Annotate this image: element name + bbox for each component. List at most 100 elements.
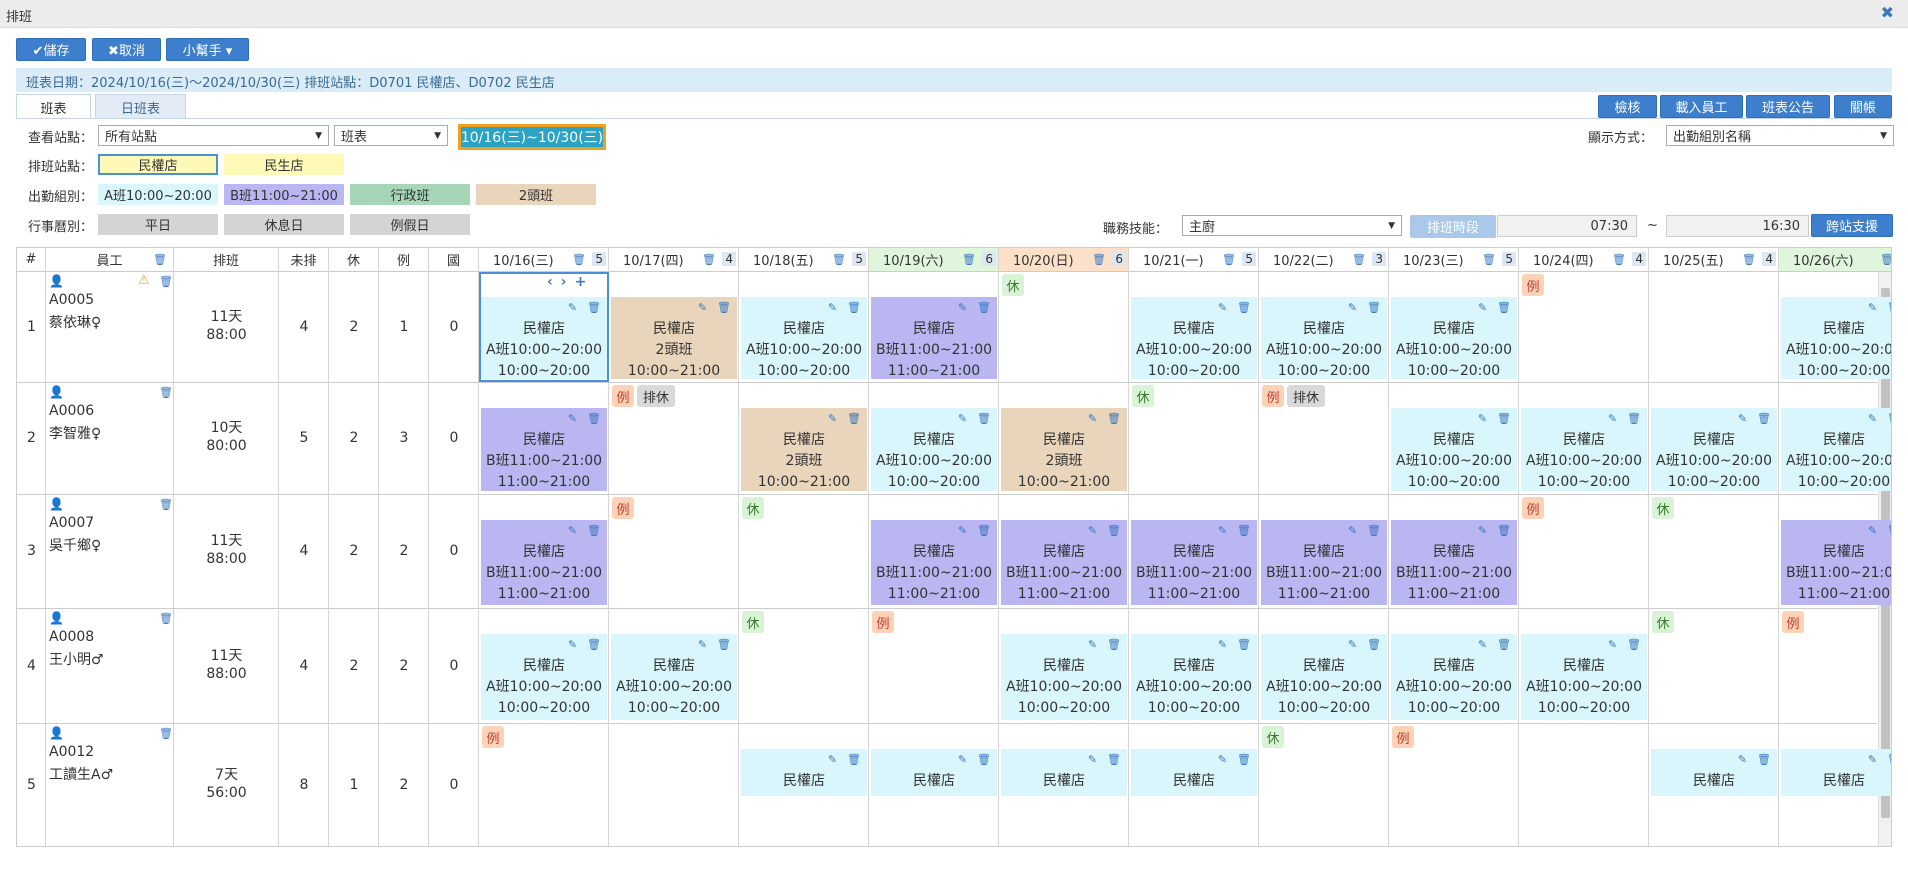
shift-card[interactable]: ✎🗑民權店B班11:00~21:0011:00~21:00 — [1391, 520, 1517, 605]
edit-icon[interactable]: ✎ — [828, 301, 837, 314]
edit-icon[interactable]: ✎ — [568, 638, 577, 651]
trash-icon[interactable]: 🗑 — [847, 301, 861, 314]
skill-select[interactable]: 主廚 ▼ — [1182, 215, 1402, 236]
shift-card[interactable]: ✎🗑民權店B班11:00~21:0011:00~21:00收銀 — [871, 297, 997, 379]
trash-icon[interactable]: 🗑 — [717, 638, 731, 651]
shift-card[interactable]: ✎🗑民權店B班11:00~21:0011:00~21:00 — [1261, 520, 1387, 605]
trash-icon[interactable]: 🗑 — [1742, 253, 1756, 266]
trash-icon[interactable]: 🗑 — [159, 386, 173, 399]
shift-card[interactable]: ✎🗑民權店A班10:00~20:0010:00~20:00 — [1521, 408, 1647, 491]
trash-icon[interactable]: 🗑 — [1367, 301, 1381, 314]
trash-icon[interactable]: 🗑 — [159, 275, 173, 288]
group-b[interactable]: B班11:00~21:00 — [224, 184, 344, 205]
trash-icon[interactable]: 🗑 — [587, 412, 601, 425]
edit-icon[interactable]: ✎ — [1088, 524, 1097, 537]
edit-icon[interactable]: ✎ — [1218, 301, 1227, 314]
trash-icon[interactable]: 🗑 — [153, 253, 167, 266]
trash-icon[interactable]: 🗑 — [159, 612, 173, 625]
calendar-weekday[interactable]: 平日 — [98, 214, 218, 235]
trash-icon[interactable]: 🗑 — [1107, 753, 1121, 766]
trash-icon[interactable]: 🗑 — [1352, 253, 1366, 266]
trash-icon[interactable]: 🗑 — [1237, 301, 1251, 314]
shift-card[interactable]: ✎🗑民權店 — [1651, 749, 1777, 796]
trash-icon[interactable]: 🗑 — [587, 638, 601, 651]
date-range-button[interactable]: 10/16(三)~10/30(三) — [458, 124, 606, 150]
group-twohead[interactable]: 2頭班 — [476, 184, 596, 205]
check-button[interactable]: 檢核 — [1598, 95, 1657, 118]
shift-card[interactable]: ✎🗑民權店 — [1131, 749, 1257, 796]
edit-icon[interactable]: ✎ — [1478, 524, 1487, 537]
shift-card[interactable]: ✎🗑民權店A班10:00~20:0010:00~20:00 — [1781, 408, 1891, 491]
edit-icon[interactable]: ✎ — [1088, 412, 1097, 425]
trash-icon[interactable]: 🗑 — [962, 253, 976, 266]
edit-icon[interactable]: ✎ — [958, 412, 967, 425]
trash-icon[interactable]: 🗑 — [702, 253, 716, 266]
edit-icon[interactable]: ✎ — [1348, 524, 1357, 537]
trash-icon[interactable]: 🗑 — [1497, 301, 1511, 314]
trash-icon[interactable]: 🗑 — [1237, 753, 1251, 766]
shift-card[interactable]: ✎🗑民權店2頭班10:00~21:00主廚 — [1001, 408, 1127, 491]
tab-daily-schedule[interactable]: 日班表 — [95, 94, 186, 119]
trash-icon[interactable]: 🗑 — [717, 301, 731, 314]
edit-icon[interactable]: ✎ — [1478, 412, 1487, 425]
edit-icon[interactable]: ✎ — [828, 753, 837, 766]
edit-icon[interactable]: ✎ — [1738, 412, 1747, 425]
site-minsheng[interactable]: 民生店 — [224, 154, 344, 175]
save-button[interactable]: ✔儲存 — [16, 38, 86, 61]
group-a[interactable]: A班10:00~20:00 — [98, 184, 218, 205]
cancel-button[interactable]: ✖取消 — [92, 38, 161, 61]
trash-icon[interactable]: 🗑 — [1497, 638, 1511, 651]
chevron-right-icon[interactable]: › — [561, 274, 575, 290]
shift-card[interactable]: ✎🗑民權店A班10:00~20:0010:00~20:00 — [1651, 408, 1777, 491]
trash-icon[interactable]: 🗑 — [847, 753, 861, 766]
shift-card[interactable]: ✎🗑民權店A班10:00~20:0010:00~20:00外場服務 — [1261, 297, 1387, 379]
shift-card[interactable]: ✎🗑民權店A班10:00~20:0010:00~20:00外場服務 — [741, 297, 867, 379]
edit-icon[interactable]: ✎ — [568, 524, 577, 537]
edit-icon[interactable]: ✎ — [1218, 524, 1227, 537]
edit-icon[interactable]: ✎ — [1348, 301, 1357, 314]
time-start-input[interactable]: 07:30 — [1497, 215, 1637, 237]
shift-card[interactable]: ✎🗑民權店A班10:00~20:0010:00~20:00 — [1261, 634, 1387, 720]
edit-icon[interactable]: ✎ — [1218, 753, 1227, 766]
time-end-input[interactable]: 16:30 — [1666, 215, 1809, 237]
shift-card[interactable]: ✎🗑民權店A班10:00~20:0010:00~20:00 — [611, 634, 737, 720]
edit-icon[interactable]: ✎ — [1608, 412, 1617, 425]
edit-icon[interactable]: ✎ — [1348, 638, 1357, 651]
trash-icon[interactable]: 🗑 — [1887, 301, 1891, 314]
shift-card[interactable]: ✎🗑民權店A班10:00~20:0010:00~20:00外場服務 — [1131, 297, 1257, 379]
edit-icon[interactable]: ✎ — [1088, 638, 1097, 651]
trash-icon[interactable]: 🗑 — [977, 301, 991, 314]
trash-icon[interactable]: 🗑 — [1237, 524, 1251, 537]
shift-card[interactable]: ✎🗑民權店A班10:00~20:0010:00~20:00 — [1001, 634, 1127, 720]
trash-icon[interactable]: 🗑 — [1757, 412, 1771, 425]
site-minquan[interactable]: 民權店 — [98, 154, 218, 175]
shift-card[interactable]: ✎🗑民權店 — [1781, 749, 1891, 796]
trash-icon[interactable]: 🗑 — [1887, 753, 1891, 766]
shift-card[interactable]: ✎🗑民權店B班11:00~21:0011:00~21:00 — [481, 520, 607, 605]
trash-icon[interactable]: 🗑 — [572, 253, 586, 266]
trash-icon[interactable]: 🗑 — [1757, 753, 1771, 766]
trash-icon[interactable]: 🗑 — [1612, 253, 1626, 266]
close-books-button[interactable]: 關帳 — [1834, 95, 1892, 118]
helper-dropdown[interactable]: 小幫手 ▾ — [166, 38, 249, 61]
shift-card[interactable]: ✎🗑民權店B班11:00~21:0011:00~21:00 — [1001, 520, 1127, 605]
shift-card[interactable]: ✎🗑民權店2頭班10:00~21:00外場服務 — [741, 408, 867, 491]
shift-card[interactable]: ✎🗑民權店A班10:00~20:0010:00~20:00 — [481, 634, 607, 720]
shift-card[interactable]: ✎🗑民權店B班11:00~21:0011:00~21:00 — [1131, 520, 1257, 605]
edit-icon[interactable]: ✎ — [698, 638, 707, 651]
trash-icon[interactable]: 🗑 — [832, 253, 846, 266]
edit-icon[interactable]: ✎ — [1738, 753, 1747, 766]
trash-icon[interactable]: 🗑 — [1237, 638, 1251, 651]
edit-icon[interactable]: ✎ — [958, 524, 967, 537]
edit-icon[interactable]: ✎ — [1088, 753, 1097, 766]
shift-card[interactable]: ✎🗑民權店 — [1001, 749, 1127, 796]
edit-icon[interactable]: ✎ — [1868, 301, 1877, 314]
shift-card[interactable]: ✎🗑民權店2頭班10:00~21:00外場服務 — [611, 297, 737, 379]
edit-icon[interactable]: ✎ — [1868, 524, 1877, 537]
edit-icon[interactable]: ✎ — [1868, 412, 1877, 425]
edit-icon[interactable]: ✎ — [958, 753, 967, 766]
shift-card[interactable]: ✎🗑民權店B班11:00~21:0011:00~21:00 — [871, 520, 997, 605]
close-icon[interactable]: ✖ — [1881, 3, 1894, 22]
trash-icon[interactable]: 🗑 — [1497, 524, 1511, 537]
trash-icon[interactable]: 🗑 — [1367, 524, 1381, 537]
